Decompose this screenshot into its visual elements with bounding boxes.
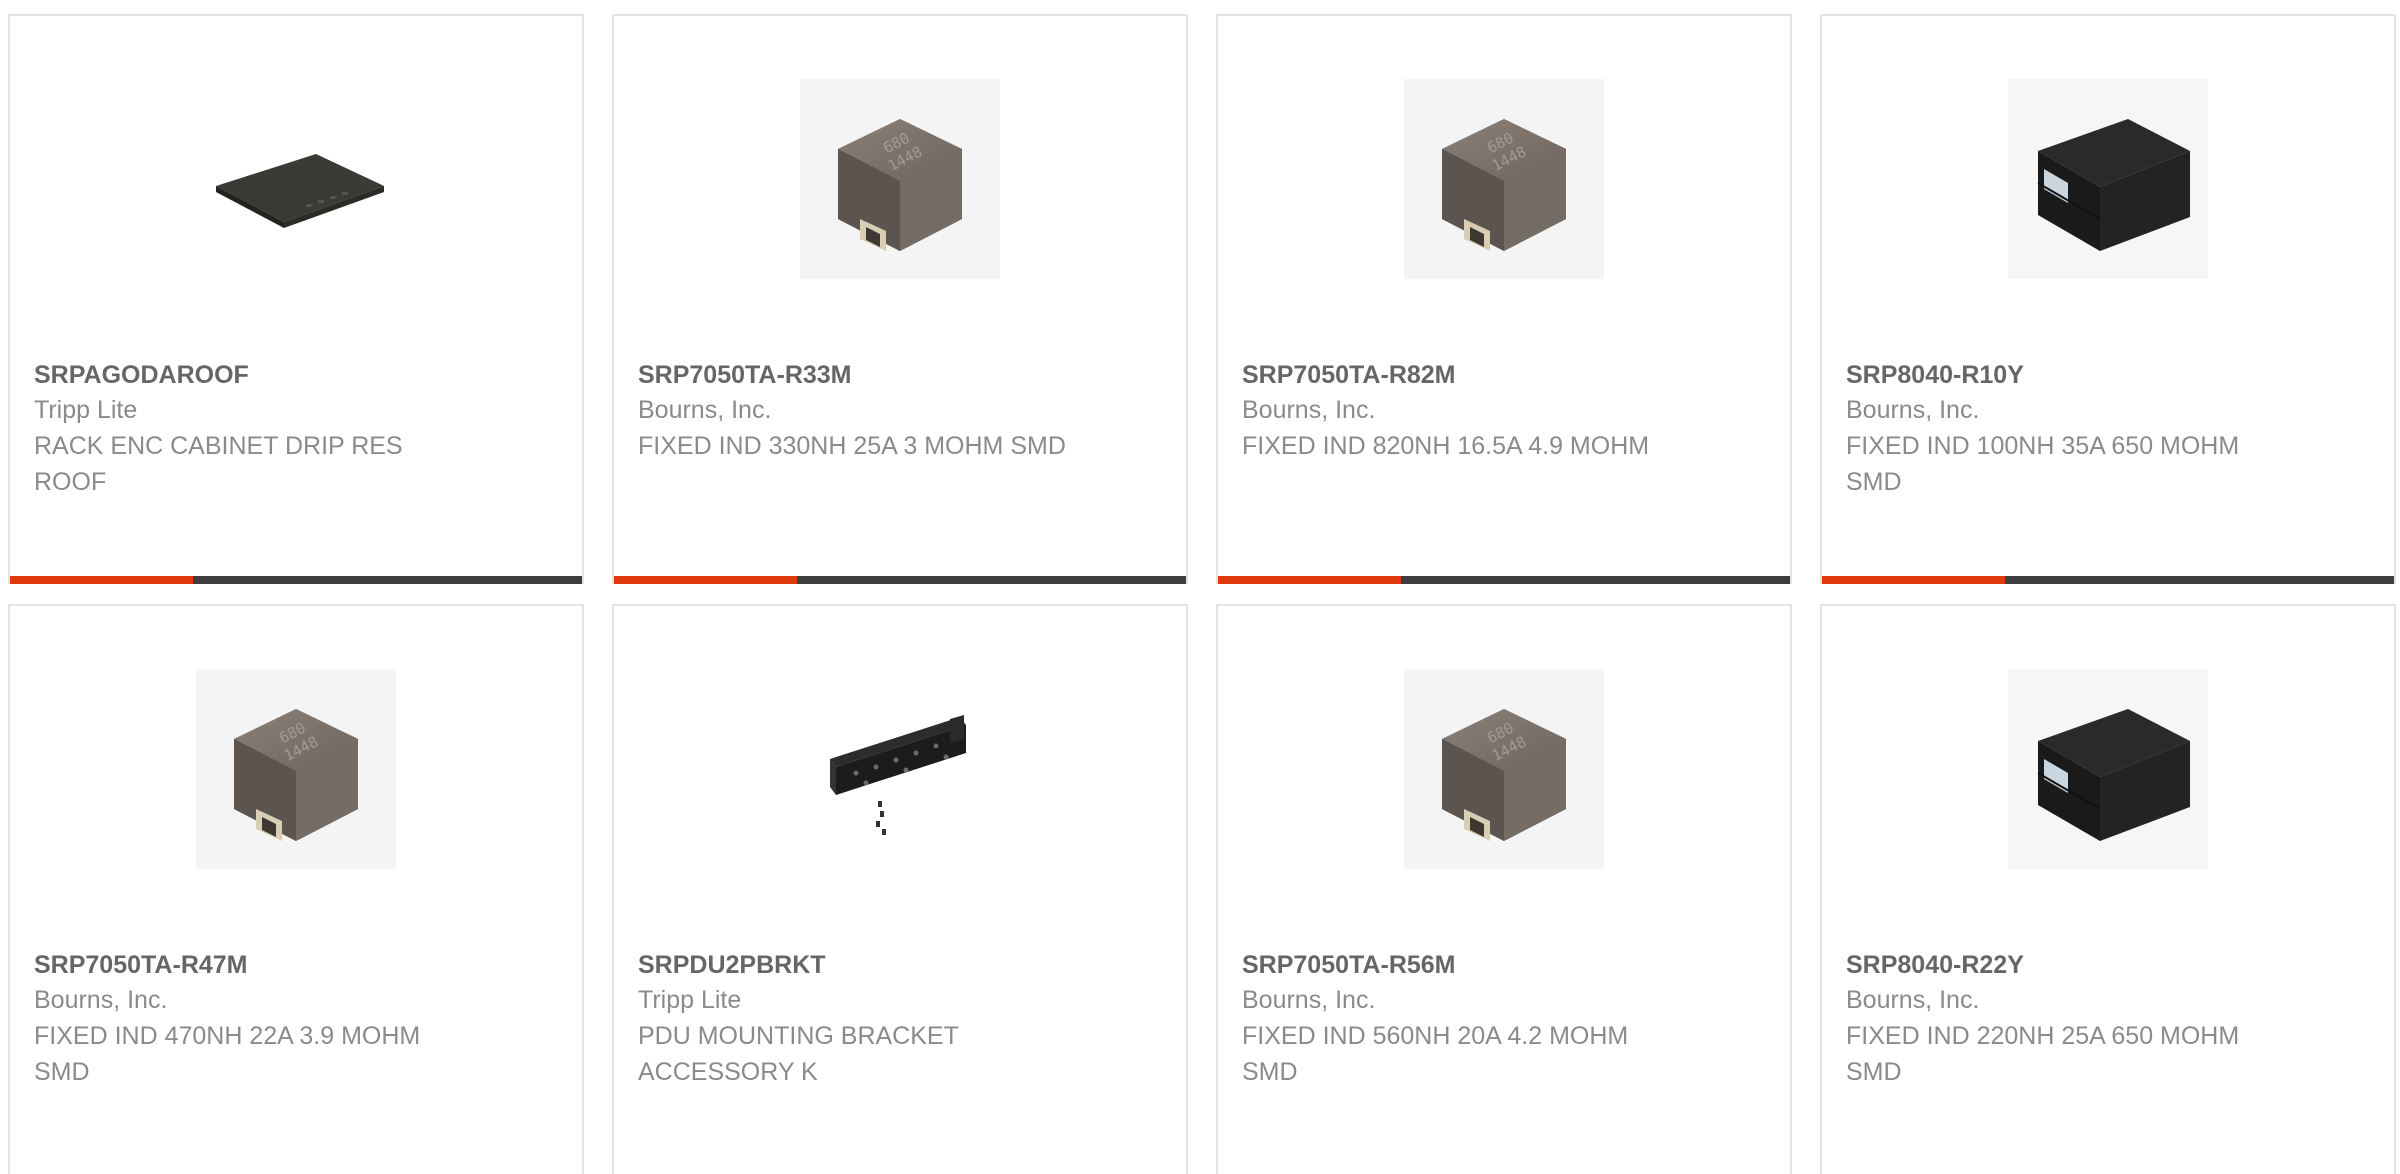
part-number[interactable]: SRP7050TA-R47M — [34, 948, 558, 982]
part-number[interactable]: SRP7050TA-R56M — [1242, 948, 1766, 982]
description: FIXED IND 820NH 16.5A 4.9 MOHM — [1242, 432, 1650, 460]
roof-panel-image — [10, 74, 582, 284]
product-info: SRP8040-R22Y Bourns, Inc. FIXED IND 220N… — [1846, 948, 2370, 1090]
manufacturer: Tripp Lite — [34, 396, 138, 424]
product-card[interactable]: 680 1448 SRP7050TA-R47M Bourns, Inc. FIX… — [8, 604, 584, 1174]
inductor-image: 680 1448 — [1218, 664, 1790, 874]
product-card[interactable]: SRPDU2PBRKT Tripp Lite PDU MOUNTING BRAC… — [612, 604, 1188, 1174]
product-card[interactable]: SRP8040-R22Y Bourns, Inc. FIXED IND 220N… — [1820, 604, 2396, 1174]
manufacturer: Bourns, Inc. — [1846, 986, 1980, 1014]
card-bottom-bar — [10, 576, 582, 584]
description: FIXED IND 330NH 25A 3 MOHM SMD — [638, 432, 1066, 460]
description: PDU MOUNTING BRACKET ACCESSORY K — [638, 1022, 959, 1086]
description: FIXED IND 100NH 35A 650 MOHM SMD — [1846, 432, 2240, 496]
product-grid: SRPAGODAROOF Tripp Lite RACK ENC CABINET… — [0, 0, 2400, 1174]
manufacturer: Bourns, Inc. — [1242, 986, 1376, 1014]
accent-bar — [1822, 576, 2006, 584]
part-number[interactable]: SRP7050TA-R33M — [638, 358, 1162, 392]
product-info: SRPDU2PBRKT Tripp Lite PDU MOUNTING BRAC… — [638, 948, 1162, 1090]
description: FIXED IND 560NH 20A 4.2 MOHM SMD — [1242, 1022, 1629, 1086]
accent-bar — [10, 576, 194, 584]
black-inductor-image — [1822, 664, 2394, 874]
inductor-image: 680 1448 — [1218, 74, 1790, 284]
manufacturer: Tripp Lite — [638, 986, 742, 1014]
manufacturer: Bourns, Inc. — [1846, 396, 1980, 424]
product-card[interactable]: 680 1448 SRP7050TA-R82M Bourns, Inc. FIX… — [1216, 14, 1792, 584]
product-card[interactable]: 680 1448 SRP7050TA-R33M Bourns, Inc. FIX… — [612, 14, 1188, 584]
accent-bar — [1218, 576, 1402, 584]
part-number[interactable]: SRP8040-R22Y — [1846, 948, 2370, 982]
product-info: SRP8040-R10Y Bourns, Inc. FIXED IND 100N… — [1846, 358, 2370, 500]
part-number[interactable]: SRPAGODAROOF — [34, 358, 558, 392]
inductor-image: 680 1448 — [10, 664, 582, 874]
product-info: SRP7050TA-R33M Bourns, Inc. FIXED IND 33… — [638, 358, 1162, 464]
bracket-image — [614, 664, 1186, 874]
part-number[interactable]: SRP7050TA-R82M — [1242, 358, 1766, 392]
part-number[interactable]: SRPDU2PBRKT — [638, 948, 1162, 982]
accent-bar — [614, 576, 798, 584]
card-bottom-bar — [1218, 576, 1790, 584]
card-bottom-bar — [614, 576, 1186, 584]
manufacturer: Bourns, Inc. — [638, 396, 772, 424]
inductor-image: 680 1448 — [614, 74, 1186, 284]
description: RACK ENC CABINET DRIP RES ROOF — [34, 432, 403, 496]
part-number[interactable]: SRP8040-R10Y — [1846, 358, 2370, 392]
product-info: SRP7050TA-R47M Bourns, Inc. FIXED IND 47… — [34, 948, 558, 1090]
product-card[interactable]: SRPAGODAROOF Tripp Lite RACK ENC CABINET… — [8, 14, 584, 584]
product-info: SRP7050TA-R82M Bourns, Inc. FIXED IND 82… — [1242, 358, 1766, 464]
black-inductor-image — [1822, 74, 2394, 284]
card-bottom-bar — [1822, 576, 2394, 584]
product-info: SRPAGODAROOF Tripp Lite RACK ENC CABINET… — [34, 358, 558, 500]
product-card[interactable]: SRP8040-R10Y Bourns, Inc. FIXED IND 100N… — [1820, 14, 2396, 584]
description: FIXED IND 220NH 25A 650 MOHM SMD — [1846, 1022, 2240, 1086]
description: FIXED IND 470NH 22A 3.9 MOHM SMD — [34, 1022, 421, 1086]
manufacturer: Bourns, Inc. — [1242, 396, 1376, 424]
product-info: SRP7050TA-R56M Bourns, Inc. FIXED IND 56… — [1242, 948, 1766, 1090]
manufacturer: Bourns, Inc. — [34, 986, 168, 1014]
product-card[interactable]: 680 1448 SRP7050TA-R56M Bourns, Inc. FIX… — [1216, 604, 1792, 1174]
